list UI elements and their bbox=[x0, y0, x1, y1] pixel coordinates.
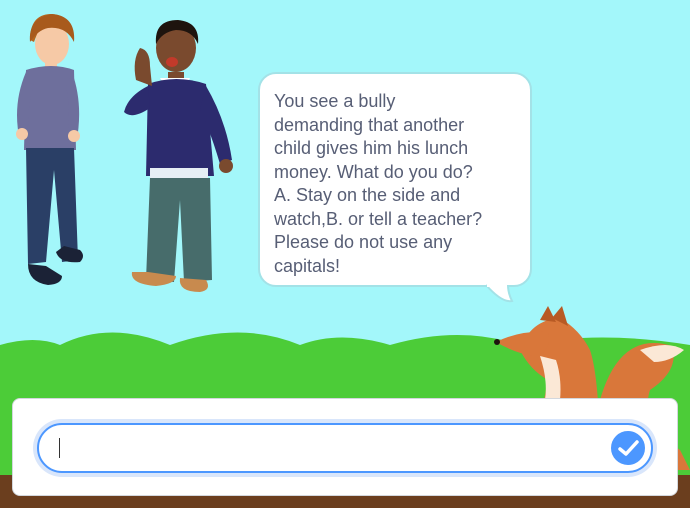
text-caret bbox=[59, 438, 60, 458]
answer-field[interactable] bbox=[37, 423, 653, 473]
speech-bubble-text: You see a bully demanding that another c… bbox=[274, 91, 483, 276]
answer-input[interactable] bbox=[57, 435, 597, 461]
ask-prompt-panel bbox=[12, 398, 678, 496]
boy-left-sprite[interactable] bbox=[16, 14, 83, 285]
submit-button[interactable] bbox=[609, 429, 647, 467]
stage: You see a bully demanding that another c… bbox=[0, 0, 690, 508]
boy-right-sprite[interactable] bbox=[124, 20, 233, 292]
speech-bubble: You see a bully demanding that another c… bbox=[258, 72, 532, 287]
checkmark-icon bbox=[618, 440, 639, 456]
speech-bubble-tail bbox=[485, 283, 514, 303]
